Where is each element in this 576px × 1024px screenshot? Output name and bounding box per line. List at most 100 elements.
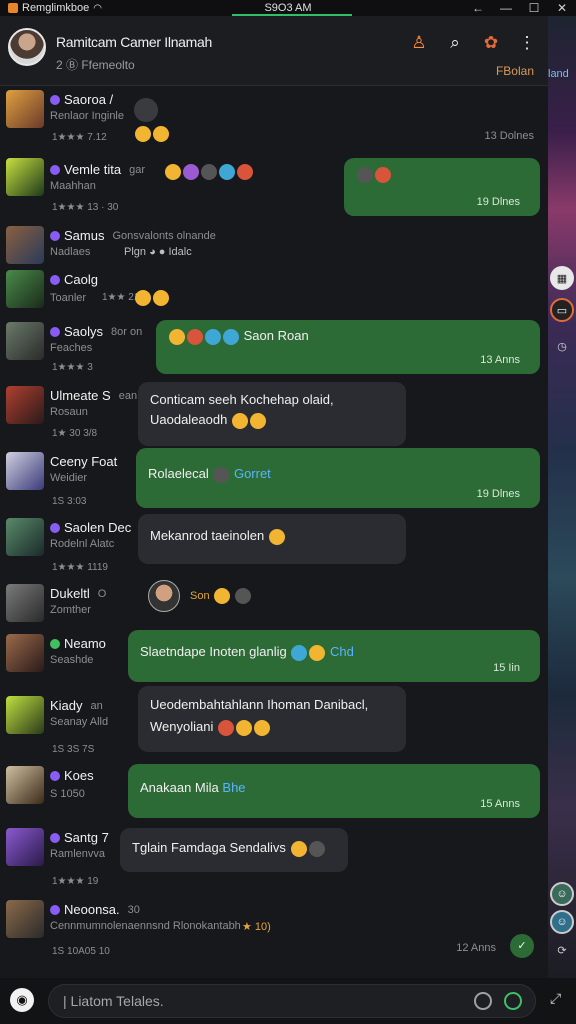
side-media-button[interactable]: ▭	[550, 298, 574, 322]
message-text: Ueodembahtahlann Ihoman Danibacl,	[150, 697, 369, 712]
contact-name: Ulmeate Sean	[50, 388, 138, 403]
avatar	[6, 270, 44, 308]
contact-meta: 1S 3:03	[52, 496, 87, 507]
message-bubble[interactable]: Rolaelecal Gorret 19 Dlnes	[136, 448, 540, 508]
list-item[interactable]: Saoroa / Renlaor Inginle 1★★★ 7.12 13 Do…	[0, 86, 548, 152]
side-avatar-1[interactable]: ☺	[550, 882, 574, 906]
camera-icon[interactable]	[474, 992, 492, 1010]
message-link[interactable]: Chd	[330, 644, 354, 659]
list-item[interactable]: Dukeltl O Zomther Son	[0, 580, 548, 630]
list-item[interactable]: Samus Gonsvalonts olnande Nadlaes Plgn ◕ …	[0, 222, 548, 266]
contact-meta: 1S 10A05 10	[52, 946, 110, 957]
chat-header: Ramitcam Camer Ilnamah 2 Ⓑ Ffemeolto ♙ ⌕…	[0, 16, 548, 86]
reply-icon[interactable]	[134, 98, 158, 122]
contact-name: Saolys 8or on	[50, 324, 142, 339]
avatar	[6, 828, 44, 866]
message-text: Anakaan Mila	[140, 780, 219, 795]
contact-meta: 1★★★ 7.12	[52, 132, 107, 143]
list-item[interactable]: Koes S 1050 Anakaan Mila Bhe 15 Anns	[0, 762, 548, 824]
list-item[interactable]: Ceeny Foat Weidier 1S 3:03 Rolaelecal Go…	[0, 448, 548, 514]
contact-status: Feaches	[50, 342, 93, 354]
inline-message: Plgn ◕ ● Idalc	[124, 246, 192, 258]
message-time: 19 Dlnes	[476, 196, 520, 208]
contact-status: Renlaor Inginle	[50, 110, 124, 122]
contact-meta: 1S 3S 7S	[52, 744, 95, 755]
list-item[interactable]: Neamo Seashde Slaetndape Inoten glanlig …	[0, 630, 548, 692]
message-text: Mekanrod taeinolen	[150, 528, 265, 543]
contact-status: Seanay Alld	[50, 716, 109, 728]
contact-name: Kiady an	[50, 698, 103, 713]
side-clock-icon[interactable]: ◷	[550, 334, 574, 358]
contact-name: Vemle tita gar	[50, 162, 145, 177]
message-link[interactable]: Gorret	[234, 466, 271, 481]
list-item[interactable]: Vemle tita gar Maahhan 1★★★ 13 · 30 19 Dl…	[0, 152, 548, 222]
avatar	[6, 766, 44, 804]
contact-status: Maahhan	[50, 180, 96, 192]
attach-icon[interactable]: ◉	[10, 988, 34, 1012]
avatar[interactable]	[8, 28, 46, 66]
message-input[interactable]: | Liatom Telales.	[48, 984, 536, 1018]
contact-name: Ceeny Foat	[50, 454, 118, 469]
contact-status: Weidier	[50, 472, 88, 484]
list-item[interactable]: Ulmeate Sean Rosaun 1★ 30 3/8 Conticam s…	[0, 382, 548, 448]
side-avatar-2[interactable]: ☺	[550, 910, 574, 934]
contact-name: Caolg	[50, 272, 98, 287]
page-title: Ramitcam Camer Ilnamah	[56, 34, 212, 50]
list-item[interactable]: Santg 7 Ramlenvva 1★★★ 19 Tglain Famdaga…	[0, 824, 548, 890]
avatar	[6, 900, 44, 938]
window-close-icon[interactable]: ✕	[548, 0, 576, 16]
message-bubble[interactable]: Saon Roan 13 Anns	[156, 320, 540, 374]
message-bubble[interactable]: Conticam seeh Kochehap olaid, Uaodaleaod…	[138, 382, 406, 446]
message-time: 19 Dlnes	[476, 488, 520, 500]
message-bubble[interactable]: Slaetndape Inoten glanlig Chd 15 Iin	[128, 630, 540, 682]
list-item[interactable]: Saolys 8or on Feaches 1★★★ 3 Saon Roan 13…	[0, 318, 548, 382]
message-text: Tglain Famdaga Sendalivs	[132, 840, 286, 855]
list-item[interactable]: Neoonsa. 30 Cennmumnolenaennsnd Rlonokant…	[0, 890, 548, 970]
list-item[interactable]: Caolg Toanler 1★★ 21:0	[0, 266, 548, 318]
side-grid-button[interactable]: ▦	[550, 266, 574, 290]
contact-name: Samus Gonsvalonts olnande	[50, 228, 216, 243]
avatar	[6, 90, 44, 128]
status-bar: Remglimkboe ◠ S9O3 AM ← — ☐ ✕	[0, 0, 576, 16]
header-right-label: FBolan	[495, 64, 534, 78]
message-text: Rolaelecal	[148, 466, 209, 481]
list-item[interactable]: Saolen Dec Rodelnl Alatc 1★★★ 1119 Mekan…	[0, 514, 548, 580]
window-maximize-icon[interactable]: ☐	[520, 0, 548, 16]
window-back-icon[interactable]: ←	[464, 0, 492, 16]
message-link[interactable]: Bhe	[222, 780, 245, 795]
gift-icon[interactable]: ✿	[480, 32, 502, 54]
message-bubble[interactable]: Ueodembahtahlann Ihoman Danibacl, Wenyol…	[138, 686, 406, 752]
message-bubble[interactable]: 19 Dlnes	[344, 158, 540, 216]
add-person-icon[interactable]: ♙	[408, 32, 430, 54]
message-time: 13 Dolnes	[484, 130, 534, 142]
list-item[interactable]: Kiady an Seanay Alld 1S 3S 7S Ueodembahta…	[0, 686, 548, 762]
search-icon[interactable]: ⌕	[444, 32, 466, 54]
inline-message: Son	[190, 588, 252, 604]
contact-status: Zomther	[50, 604, 91, 616]
contact-name: Saolen Dec	[50, 520, 131, 535]
contact-status: S 1050	[50, 788, 85, 800]
contact-status: Cennmumnolenaennsnd Rlonokantabho	[50, 920, 240, 932]
contact-status: Ramlenvva	[50, 848, 106, 860]
send-icon[interactable]: ⤢	[550, 990, 561, 1007]
window-minimize-icon[interactable]: —	[492, 0, 520, 16]
contact-meta: 1★★★ 19	[52, 876, 99, 887]
timer-icon[interactable]	[504, 992, 522, 1010]
message-bubble[interactable]: Tglain Famdaga Sendalivs	[120, 828, 348, 872]
message-bubble[interactable]: Anakaan Mila Bhe 15 Anns	[128, 764, 540, 818]
contact-status: Toanler	[50, 292, 87, 304]
contact-meta: 1★★★ 3	[52, 362, 93, 373]
chat-list: Saoroa / Renlaor Inginle 1★★★ 7.12 13 Do…	[0, 86, 548, 978]
side-refresh-icon[interactable]: ⟳	[550, 938, 574, 962]
contact-status: Rodelnl Alatc	[50, 538, 115, 550]
message-time: 12 Anns	[456, 942, 496, 954]
contact-meta: 1★★★ 1119	[52, 562, 108, 573]
more-vert-icon[interactable]: ⋮	[516, 32, 538, 54]
message-bubble[interactable]: Mekanrod taeinolen	[138, 514, 406, 564]
contact-name: Neoonsa. 30	[50, 902, 140, 917]
contact-meta: 1★★★ 13 · 30	[52, 202, 119, 213]
reaction-emojis	[164, 164, 254, 180]
contact-name: Koes	[50, 768, 94, 783]
check-icon[interactable]: ✓	[510, 934, 534, 958]
app-name: Remglimkboe	[22, 2, 90, 14]
